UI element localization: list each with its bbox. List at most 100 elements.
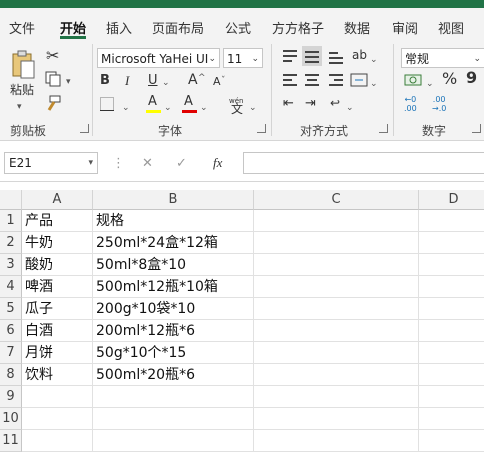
- number-launcher-icon[interactable]: [472, 124, 481, 133]
- row-header[interactable]: 1: [0, 210, 22, 232]
- cell-a[interactable]: 月饼: [22, 342, 93, 364]
- font-color-button[interactable]: A: [184, 94, 193, 110]
- tab-page-layout[interactable]: 页面布局: [152, 18, 204, 37]
- number-format-select[interactable]: 常规 ⌄: [401, 48, 484, 68]
- cell-d[interactable]: [419, 386, 484, 408]
- cell-d[interactable]: [419, 254, 484, 276]
- wrap-text-icon[interactable]: ↩: [330, 95, 340, 111]
- alignment-launcher-icon[interactable]: [379, 124, 388, 133]
- tab-view[interactable]: 视图: [438, 18, 464, 37]
- currency-dropdown-icon[interactable]: ⌄: [426, 76, 434, 92]
- insert-function-icon[interactable]: fx: [213, 155, 222, 171]
- cell-a[interactable]: [22, 386, 93, 408]
- tab-data[interactable]: 数据: [344, 18, 370, 37]
- comma-style-button[interactable]: 9: [466, 70, 477, 86]
- row-header[interactable]: 10: [0, 408, 22, 430]
- highlight-button[interactable]: A: [148, 94, 157, 110]
- cell-c[interactable]: [254, 408, 419, 430]
- cell-c[interactable]: [254, 276, 419, 298]
- cell-c[interactable]: [254, 364, 419, 386]
- cell-a[interactable]: 瓜子: [22, 298, 93, 320]
- tab-formulas[interactable]: 公式: [225, 18, 251, 37]
- decrease-decimal-icon[interactable]: .00 →.0: [432, 95, 446, 113]
- underline-button[interactable]: U: [148, 73, 158, 89]
- cell-d[interactable]: [419, 276, 484, 298]
- merge-center-icon[interactable]: [350, 72, 368, 88]
- highlight-dropdown-icon[interactable]: ⌄: [164, 100, 172, 116]
- cell-c[interactable]: [254, 210, 419, 232]
- cell-b[interactable]: [93, 408, 254, 430]
- row-header[interactable]: 3: [0, 254, 22, 276]
- cell-c[interactable]: [254, 254, 419, 276]
- row-header[interactable]: 11: [0, 430, 22, 452]
- row-header[interactable]: 2: [0, 232, 22, 254]
- row-header[interactable]: 8: [0, 364, 22, 386]
- percent-button[interactable]: %: [442, 71, 457, 87]
- tab-review[interactable]: 审阅: [392, 18, 418, 37]
- wrap-dropdown-icon[interactable]: ⌄: [346, 100, 354, 116]
- cell-a[interactable]: [22, 430, 93, 452]
- cell-c[interactable]: [254, 342, 419, 364]
- cancel-icon[interactable]: ✕: [142, 156, 153, 172]
- font-size-select[interactable]: 11 ⌄: [223, 48, 263, 68]
- decrease-indent-icon[interactable]: ⇤: [283, 96, 294, 112]
- tab-fangfang[interactable]: 方方格子: [272, 18, 324, 37]
- cell-b[interactable]: 50ml*8盒*10: [93, 254, 254, 276]
- font-name-select[interactable]: Microsoft YaHei UI ⌄: [97, 48, 220, 68]
- column-header-d[interactable]: D: [419, 190, 484, 210]
- bold-button[interactable]: B: [100, 73, 110, 89]
- increase-indent-icon[interactable]: ⇥: [305, 96, 316, 112]
- cell-b[interactable]: [93, 386, 254, 408]
- cell-a[interactable]: 饮料: [22, 364, 93, 386]
- cell-a[interactable]: 酸奶: [22, 254, 93, 276]
- column-header-b[interactable]: B: [93, 190, 254, 210]
- cell-b[interactable]: 50g*10个*15: [93, 342, 254, 364]
- orientation-icon[interactable]: ab: [352, 47, 367, 63]
- cell-c[interactable]: [254, 320, 419, 342]
- format-painter-icon[interactable]: [45, 95, 61, 111]
- cell-b[interactable]: 200ml*12瓶*6: [93, 320, 254, 342]
- cell-b[interactable]: 500ml*20瓶*6: [93, 364, 254, 386]
- cell-d[interactable]: [419, 298, 484, 320]
- cell-b[interactable]: 250ml*24盒*12箱: [93, 232, 254, 254]
- borders-icon[interactable]: [99, 96, 115, 112]
- orientation-dropdown-icon[interactable]: ⌄: [370, 52, 378, 68]
- cell-d[interactable]: [419, 364, 484, 386]
- row-header[interactable]: 6: [0, 320, 22, 342]
- cell-d[interactable]: [419, 408, 484, 430]
- cell-d[interactable]: [419, 320, 484, 342]
- shrink-font-button[interactable]: A: [213, 74, 221, 90]
- font-color-dropdown-icon[interactable]: ⌄: [200, 100, 208, 116]
- tab-insert[interactable]: 插入: [106, 18, 132, 37]
- cell-d[interactable]: [419, 210, 484, 232]
- confirm-icon[interactable]: ✓: [176, 156, 187, 172]
- copy-icon[interactable]: [45, 71, 61, 87]
- italic-button[interactable]: I: [125, 73, 129, 89]
- select-all-corner[interactable]: [0, 190, 22, 210]
- cell-d[interactable]: [419, 342, 484, 364]
- phonetic-guide-button[interactable]: 文: [231, 101, 243, 117]
- paste-dropdown-icon[interactable]: ▾: [17, 99, 22, 115]
- currency-icon[interactable]: [404, 72, 424, 88]
- column-header-a[interactable]: A: [22, 190, 93, 210]
- cell-d[interactable]: [419, 430, 484, 452]
- cell-a[interactable]: 白酒: [22, 320, 93, 342]
- cell-c[interactable]: [254, 386, 419, 408]
- cell-a[interactable]: 啤酒: [22, 276, 93, 298]
- cell-b[interactable]: 500ml*12瓶*10箱: [93, 276, 254, 298]
- formula-input[interactable]: [243, 152, 484, 174]
- cut-icon[interactable]: ✂: [46, 48, 59, 64]
- cell-d[interactable]: [419, 232, 484, 254]
- copy-dropdown-icon[interactable]: ▾: [66, 74, 71, 90]
- cell-a[interactable]: 牛奶: [22, 232, 93, 254]
- borders-dropdown-icon[interactable]: ⌄: [122, 100, 130, 116]
- cell-b[interactable]: [93, 430, 254, 452]
- column-header-c[interactable]: C: [254, 190, 419, 210]
- increase-decimal-icon[interactable]: ←0.00: [404, 95, 417, 113]
- tab-home[interactable]: 开始: [60, 18, 86, 37]
- row-header[interactable]: 5: [0, 298, 22, 320]
- row-header[interactable]: 4: [0, 276, 22, 298]
- name-box[interactable]: E21 ▾: [4, 152, 98, 174]
- cell-a[interactable]: 产品: [22, 210, 93, 232]
- cell-c[interactable]: [254, 232, 419, 254]
